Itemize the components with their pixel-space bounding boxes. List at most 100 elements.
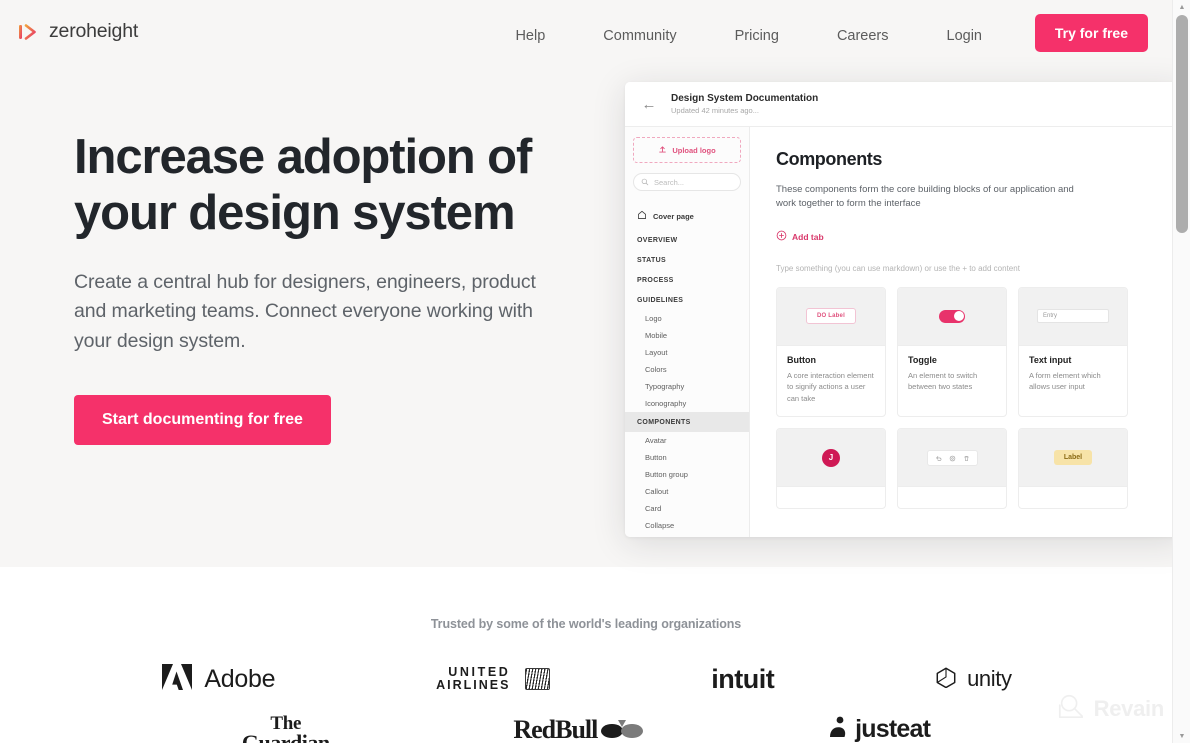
- add-tab-button[interactable]: Add tab: [776, 228, 1185, 246]
- adobe-mark-icon: [160, 662, 194, 697]
- card-body: Button A core interaction element to sig…: [777, 346, 885, 417]
- search-icon: [641, 173, 649, 191]
- demo-label-badge: Label: [1053, 450, 1093, 466]
- logo-text: zeroheight: [49, 20, 139, 42]
- nav-link-help[interactable]: Help: [515, 22, 545, 50]
- card-body: [898, 487, 1006, 508]
- just-eat-mark-icon: [827, 715, 849, 743]
- united-globe-icon: [525, 668, 551, 690]
- client-logo-row-1: Adobe UNITED AIRLINES intuit unity: [0, 657, 1172, 701]
- component-card-button[interactable]: DO Label Button A core interaction eleme…: [776, 286, 886, 418]
- avatar: J: [822, 448, 840, 467]
- redbull-bulls-icon: [601, 716, 644, 743]
- zeroheight-chevron-logo-icon: [18, 22, 40, 42]
- sidebar-item-mobile[interactable]: Mobile: [625, 327, 749, 344]
- upload-logo-button[interactable]: Upload logo: [633, 137, 741, 163]
- site-logo[interactable]: zeroheight: [18, 20, 138, 43]
- card-preview-avatar: J: [777, 429, 885, 488]
- demo-icon-toolbar: [926, 449, 978, 467]
- top-navigation-bar: zeroheight Help Community Pricing Career…: [0, 0, 1172, 68]
- sidebar-group-status[interactable]: STATUS: [625, 250, 749, 270]
- sidebar-item-button[interactable]: Button: [625, 449, 749, 466]
- sidebar-item-collapse[interactable]: Collapse: [625, 517, 749, 534]
- component-card-row-1: DO Label Button A core interaction eleme…: [776, 286, 1185, 418]
- mockup-header: ← Design System Documentation Updated 42…: [625, 82, 1185, 127]
- sidebar-item-layout[interactable]: Layout: [625, 344, 749, 361]
- sidebar-item-cover-page-label: Cover page: [653, 211, 694, 221]
- nav-link-pricing[interactable]: Pricing: [735, 22, 779, 50]
- card-preview-toggle: [898, 287, 1006, 346]
- nav-link-community[interactable]: Community: [603, 22, 676, 50]
- sidebar-item-avatar[interactable]: Avatar: [625, 432, 749, 449]
- sidebar-item-typography[interactable]: Typography: [625, 378, 749, 395]
- unity-wordmark: unity: [967, 666, 1012, 691]
- sidebar-item-button-group[interactable]: Button group: [625, 466, 749, 483]
- start-documenting-button[interactable]: Start documenting for free: [74, 394, 331, 445]
- hero-subtitle: Create a central hub for designers, engi…: [74, 270, 536, 352]
- mockup-main-content: Components These components form the cor…: [750, 127, 1185, 537]
- mockup-doc-updated: Updated 42 minutes ago...: [671, 105, 759, 115]
- demo-button: DO Label: [806, 308, 856, 324]
- card-title-text-input: Text input: [1029, 354, 1072, 365]
- page-root: zeroheight Help Community Pricing Career…: [0, 0, 1190, 743]
- demo-text-input: Entry: [1037, 309, 1109, 323]
- nav-links: Help Community Pricing Careers Login: [515, 22, 982, 50]
- adobe-wordmark: Adobe: [204, 664, 276, 693]
- component-card-text-input[interactable]: Entry Text input A form element which al…: [1018, 286, 1128, 418]
- sidebar-group-overview[interactable]: OVERVIEW: [625, 230, 749, 250]
- nav-link-careers[interactable]: Careers: [837, 22, 889, 50]
- card-title-button: Button: [787, 354, 816, 365]
- home-icon: [637, 207, 647, 225]
- united-wordmark: UNITED AIRLINES: [436, 665, 510, 692]
- add-tab-label: Add tab: [792, 231, 824, 242]
- card-title-toggle: Toggle: [908, 354, 937, 365]
- sidebar-group-process[interactable]: PROCESS: [625, 270, 749, 290]
- browser-scrollbar[interactable]: ▲ ▼: [1172, 0, 1190, 743]
- scroll-down-arrow-icon[interactable]: ▼: [1173, 729, 1190, 743]
- arrow-left-icon[interactable]: ←: [639, 94, 659, 114]
- undo-icon: [935, 449, 942, 467]
- component-card-toggle[interactable]: Toggle An element to switch between two …: [897, 286, 1007, 418]
- the-guardian-logo: The Guardian: [242, 715, 330, 743]
- mockup-doc-title: Design System Documentation: [671, 93, 819, 105]
- upload-logo-label: Upload logo: [672, 145, 716, 155]
- upload-icon: [658, 141, 667, 159]
- demo-toggle-switch: [939, 309, 965, 323]
- sidebar-item-callout[interactable]: Callout: [625, 483, 749, 500]
- intuit-wordmark: intuit: [711, 663, 775, 694]
- try-for-free-button[interactable]: Try for free: [1034, 14, 1148, 52]
- mockup-body: Upload logo Search... Cover page OVERVIE…: [625, 127, 1185, 537]
- trash-icon: [963, 449, 970, 467]
- nav-link-login[interactable]: Login: [947, 22, 982, 50]
- sidebar-group-components[interactable]: COMPONENTS: [625, 412, 749, 432]
- revain-watermark-text: Revain: [1093, 695, 1165, 721]
- mockup-editor-hint: Type something (you can use markdown) or…: [776, 263, 1020, 273]
- sidebar-item-logo[interactable]: Logo: [625, 310, 749, 327]
- card-body: Toggle An element to switch between two …: [898, 346, 1006, 405]
- component-card-button-group[interactable]: [897, 428, 1007, 510]
- scroll-up-arrow-icon[interactable]: ▲: [1173, 0, 1190, 14]
- mockup-search-input[interactable]: Search...: [633, 173, 741, 191]
- card-body: Text input A form element which allows u…: [1019, 346, 1127, 405]
- scrollbar-thumb[interactable]: [1176, 15, 1188, 233]
- sidebar-item-cover-page[interactable]: Cover page: [625, 202, 749, 230]
- component-card-avatar[interactable]: J: [776, 428, 886, 510]
- component-card-label[interactable]: Label: [1018, 428, 1128, 510]
- sidebar-item-colors[interactable]: Colors: [625, 361, 749, 378]
- component-card-row-2: J Label: [776, 428, 1185, 510]
- sidebar-group-guidelines[interactable]: GUIDELINES: [625, 290, 749, 310]
- card-preview-label: Label: [1019, 429, 1127, 488]
- sidebar-item-card[interactable]: Card: [625, 500, 749, 517]
- card-desc-text-input: A form element which allows user input: [1029, 370, 1101, 392]
- card-desc-toggle: An element to switch between two states: [908, 370, 978, 392]
- hero-title: Increase adoption of your design system: [74, 130, 532, 240]
- mockup-page-description: These components form the core building …: [776, 184, 1074, 210]
- just-eat-wordmark: justeat: [855, 715, 931, 743]
- revain-watermark: Revain: [1057, 692, 1164, 725]
- mockup-page-title: Components: [776, 149, 882, 169]
- settings-icon: [949, 449, 956, 467]
- sidebar-item-iconography[interactable]: Iconography: [625, 395, 749, 412]
- card-preview-button-group: [898, 429, 1006, 488]
- card-preview-button: DO Label: [777, 287, 885, 346]
- client-logo-row-2: The Guardian RedBull justeat: [0, 715, 1172, 743]
